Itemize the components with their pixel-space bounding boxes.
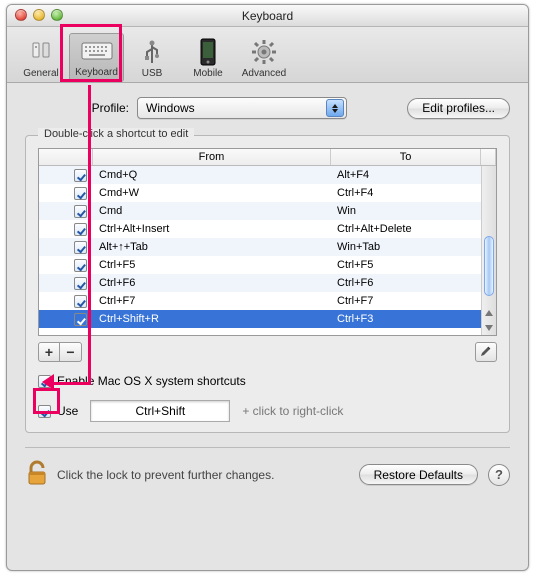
row-checkbox[interactable] <box>74 295 87 308</box>
col-scroll <box>481 149 496 165</box>
switch-icon <box>25 37 57 67</box>
table-row[interactable]: Cmd+WCtrl+F4 <box>39 184 496 202</box>
edit-profiles-button[interactable]: Edit profiles... <box>407 98 510 119</box>
usb-icon <box>136 37 168 67</box>
row-to: Alt+F4 <box>331 169 481 181</box>
titlebar[interactable]: Keyboard <box>7 5 528 27</box>
toolbar-item-usb[interactable]: USB <box>124 35 180 82</box>
row-checkbox[interactable] <box>74 241 87 254</box>
scroll-up-icon[interactable] <box>482 305 496 320</box>
use-suffix: + click to right-click <box>242 404 343 418</box>
toolbar-label: Keyboard <box>75 67 118 78</box>
traffic-lights <box>15 9 63 21</box>
row-from: Ctrl+F5 <box>93 259 331 271</box>
restore-defaults-button[interactable]: Restore Defaults <box>359 464 478 485</box>
table-row[interactable]: Ctrl+F6Ctrl+F6 <box>39 274 496 292</box>
table-row[interactable]: Ctrl+F5Ctrl+F5 <box>39 256 496 274</box>
row-to: Ctrl+Alt+Delete <box>331 223 481 235</box>
table-row[interactable]: Ctrl+F7Ctrl+F7 <box>39 292 496 310</box>
edit-profiles-label: Edit profiles... <box>422 101 495 115</box>
use-label: Use <box>57 404 78 418</box>
add-shortcut-button[interactable]: + <box>38 342 60 362</box>
table-body: Cmd+QAlt+F4Cmd+WCtrl+F4CmdWinCtrl+Alt+In… <box>39 166 496 335</box>
row-checkbox[interactable] <box>74 313 87 326</box>
row-checkbox[interactable] <box>74 223 87 236</box>
row-from: Ctrl+Shift+R <box>93 313 331 325</box>
zoom-icon[interactable] <box>51 9 63 21</box>
row-from: Alt+↑+Tab <box>93 241 331 253</box>
row-from: Cmd <box>93 205 331 217</box>
row-to: Ctrl+F4 <box>331 187 481 199</box>
shortcuts-group: Double-click a shortcut to edit From To … <box>25 135 510 433</box>
row-checkbox[interactable] <box>74 259 87 272</box>
table-header: From To <box>39 149 496 166</box>
col-from[interactable]: From <box>93 149 331 165</box>
row-from: Ctrl+F6 <box>93 277 331 289</box>
edit-shortcut-button[interactable] <box>475 342 497 362</box>
gear-icon <box>248 37 280 67</box>
table-row[interactable]: Ctrl+Alt+InsertCtrl+Alt+Delete <box>39 220 496 238</box>
profile-label: Profile: <box>69 101 129 115</box>
row-from: Ctrl+Alt+Insert <box>93 223 331 235</box>
toolbar-item-general[interactable]: General <box>13 35 69 82</box>
help-button[interactable]: ? <box>488 464 510 486</box>
row-to: Win <box>331 205 481 217</box>
mobile-icon <box>192 37 224 67</box>
enable-system-shortcuts-label: Enable Mac OS X system shortcuts <box>57 374 246 388</box>
toolbar: General Keyboard USB Mobile Advanced <box>7 27 528 83</box>
table-row[interactable]: Cmd+QAlt+F4 <box>39 166 496 184</box>
row-checkbox[interactable] <box>74 277 87 290</box>
toolbar-label: USB <box>142 68 163 79</box>
col-to[interactable]: To <box>331 149 481 165</box>
toolbar-label: Mobile <box>193 68 222 79</box>
toolbar-item-advanced[interactable]: Advanced <box>236 35 292 82</box>
group-title: Double-click a shortcut to edit <box>38 128 194 140</box>
pencil-icon <box>480 344 492 360</box>
toolbar-item-keyboard[interactable]: Keyboard <box>69 33 124 82</box>
window-title: Keyboard <box>242 9 293 23</box>
minimize-icon[interactable] <box>33 9 45 21</box>
remove-shortcut-button[interactable]: − <box>60 342 82 362</box>
row-from: Cmd+W <box>93 187 331 199</box>
shortcut-table: From To Cmd+QAlt+F4Cmd+WCtrl+F4CmdWinCtr… <box>38 148 497 336</box>
row-from: Cmd+Q <box>93 169 331 181</box>
scroll-down-icon[interactable] <box>482 320 496 335</box>
toolbar-label: Advanced <box>242 68 286 79</box>
chevron-updown-icon <box>326 99 344 117</box>
row-to: Ctrl+F5 <box>331 259 481 271</box>
row-checkbox[interactable] <box>74 169 87 182</box>
preferences-window: Keyboard General Keyboard USB Mobile <box>6 4 529 571</box>
row-checkbox[interactable] <box>74 187 87 200</box>
row-to: Win+Tab <box>331 241 481 253</box>
close-icon[interactable] <box>15 9 27 21</box>
table-row[interactable]: CmdWin <box>39 202 496 220</box>
lock-text: Click the lock to prevent further change… <box>57 468 274 482</box>
row-from: Ctrl+F7 <box>93 295 331 307</box>
scrollbar[interactable] <box>481 166 496 335</box>
keyboard-icon <box>81 36 113 66</box>
profile-select[interactable]: Windows <box>137 97 347 119</box>
row-to: Ctrl+F7 <box>331 295 481 307</box>
table-row[interactable]: Alt+↑+TabWin+Tab <box>39 238 496 256</box>
rightclick-key-field[interactable] <box>90 400 230 422</box>
scrollbar-thumb[interactable] <box>484 236 494 296</box>
annotation-box-add <box>33 388 60 414</box>
toolbar-item-mobile[interactable]: Mobile <box>180 35 236 82</box>
lock-icon[interactable] <box>25 460 49 489</box>
profile-selected: Windows <box>146 101 195 115</box>
row-to: Ctrl+F3 <box>331 313 481 325</box>
row-to: Ctrl+F6 <box>331 277 481 289</box>
toolbar-label: General <box>23 68 59 79</box>
row-checkbox[interactable] <box>74 205 87 218</box>
col-checkbox[interactable] <box>39 149 93 165</box>
table-row[interactable]: Ctrl+Shift+RCtrl+F3 <box>39 310 496 328</box>
